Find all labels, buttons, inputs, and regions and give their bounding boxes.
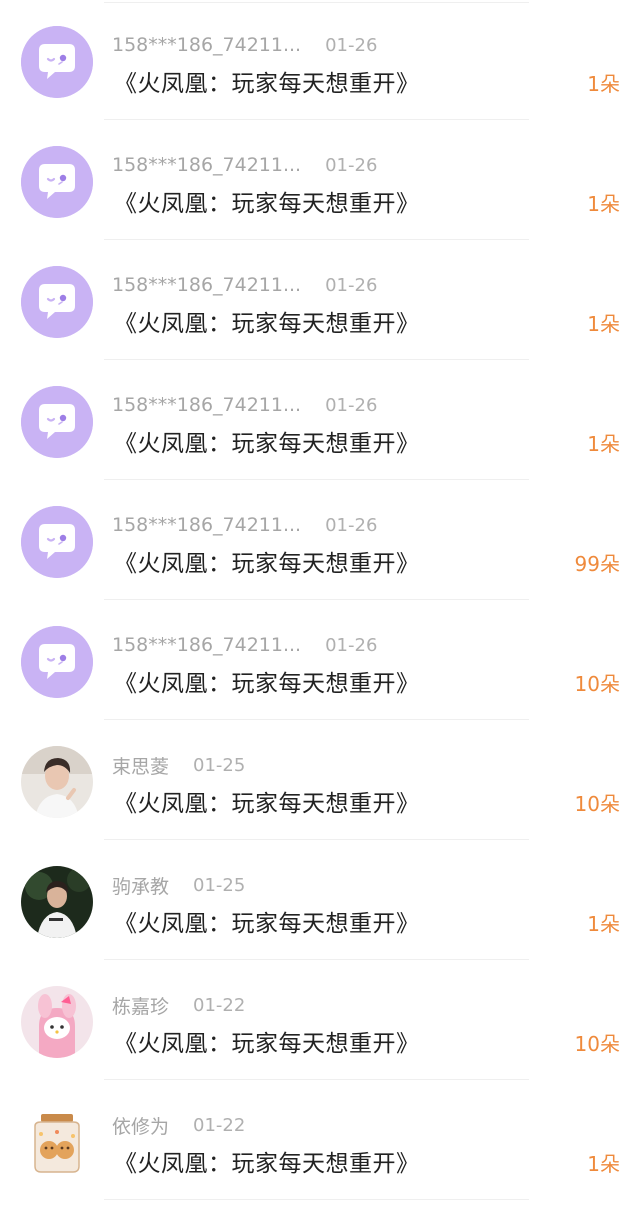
flower-count: 10朵 [574, 791, 620, 816]
item-date: 01-25 [193, 754, 246, 776]
user-name: 依修为 [112, 1115, 170, 1138]
list-item[interactable]: 158***186_74211... 01-26 《火凤凰：玩家每天想重开》 1… [0, 360, 640, 480]
avatar[interactable] [21, 1106, 93, 1178]
item-meta: 驹承教 01-25 [112, 870, 245, 900]
flower-count: 10朵 [574, 1031, 620, 1056]
book-title: 《火凤凰：玩家每天想重开》 [114, 911, 420, 937]
list-item[interactable]: 栋嘉珍 01-22 《火凤凰：玩家每天想重开》 10朵 [0, 960, 640, 1080]
book-title: 《火凤凰：玩家每天想重开》 [114, 1151, 420, 1177]
book-title: 《火凤凰：玩家每天想重开》 [114, 191, 420, 217]
flower-count: 1朵 [587, 431, 620, 456]
list-item[interactable]: 158***186_74211... 01-26 《火凤凰：玩家每天想重开》 1… [0, 120, 640, 240]
user-name: 驹承教 [112, 875, 170, 898]
item-meta: 束思菱 01-25 [112, 750, 245, 780]
item-date: 01-26 [325, 634, 378, 656]
flower-count: 1朵 [587, 191, 620, 216]
default-avatar-icon[interactable] [21, 266, 93, 338]
flower-count: 10朵 [574, 671, 620, 696]
item-date: 01-22 [193, 994, 246, 1016]
flower-count: 99朵 [574, 551, 620, 576]
item-date: 01-26 [325, 34, 378, 56]
item-meta: 依修为 01-22 [112, 1110, 245, 1140]
item-meta: 158***186_74211... 01-26 [112, 30, 377, 60]
avatar[interactable] [21, 746, 93, 818]
book-title: 《火凤凰：玩家每天想重开》 [114, 1031, 420, 1057]
item-meta: 158***186_74211... 01-26 [112, 150, 377, 180]
item-date: 01-26 [325, 394, 378, 416]
book-title: 《火凤凰：玩家每天想重开》 [114, 671, 420, 697]
list-item[interactable]: 驹承教 01-25 《火凤凰：玩家每天想重开》 1朵 [0, 840, 640, 960]
avatar[interactable] [21, 866, 93, 938]
user-name: 158***186_74211... [112, 514, 302, 536]
user-name: 束思菱 [112, 755, 170, 778]
list-item[interactable]: 依修为 01-22 《火凤凰：玩家每天想重开》 1朵 [0, 1080, 640, 1200]
flower-count: 1朵 [587, 71, 620, 96]
book-title: 《火凤凰：玩家每天想重开》 [114, 551, 420, 577]
default-avatar-icon[interactable] [21, 386, 93, 458]
book-title: 《火凤凰：玩家每天想重开》 [114, 791, 420, 817]
gift-record-list: 158***186_74211... 01-26 《火凤凰：玩家每天想重开》 1… [0, 0, 640, 1200]
list-item[interactable]: 158***186_74211... 01-26 《火凤凰：玩家每天想重开》 1… [0, 0, 640, 120]
item-meta: 栋嘉珍 01-22 [112, 990, 245, 1020]
user-name: 158***186_74211... [112, 34, 302, 56]
default-avatar-icon[interactable] [21, 506, 93, 578]
item-date: 01-22 [193, 1114, 246, 1136]
flower-count: 1朵 [587, 911, 620, 936]
list-item[interactable]: 158***186_74211... 01-26 《火凤凰：玩家每天想重开》 1… [0, 240, 640, 360]
user-name: 栋嘉珍 [112, 995, 170, 1018]
book-title: 《火凤凰：玩家每天想重开》 [114, 71, 420, 97]
user-name: 158***186_74211... [112, 394, 302, 416]
default-avatar-icon[interactable] [21, 26, 93, 98]
avatar[interactable] [21, 986, 93, 1058]
flower-count: 1朵 [587, 1151, 620, 1176]
item-meta: 158***186_74211... 01-26 [112, 390, 377, 420]
book-title: 《火凤凰：玩家每天想重开》 [114, 311, 420, 337]
item-date: 01-26 [325, 514, 378, 536]
item-meta: 158***186_74211... 01-26 [112, 510, 377, 540]
item-meta: 158***186_74211... 01-26 [112, 630, 377, 660]
list-item[interactable]: 158***186_74211... 01-26 《火凤凰：玩家每天想重开》 1… [0, 600, 640, 720]
item-date: 01-26 [325, 274, 378, 296]
item-meta: 158***186_74211... 01-26 [112, 270, 377, 300]
book-title: 《火凤凰：玩家每天想重开》 [114, 431, 420, 457]
list-item[interactable]: 束思菱 01-25 《火凤凰：玩家每天想重开》 10朵 [0, 720, 640, 840]
user-name: 158***186_74211... [112, 154, 302, 176]
list-item[interactable]: 158***186_74211... 01-26 《火凤凰：玩家每天想重开》 9… [0, 480, 640, 600]
item-date: 01-25 [193, 874, 246, 896]
user-name: 158***186_74211... [112, 634, 302, 656]
divider [104, 1199, 529, 1200]
user-name: 158***186_74211... [112, 274, 302, 296]
default-avatar-icon[interactable] [21, 626, 93, 698]
default-avatar-icon[interactable] [21, 146, 93, 218]
item-date: 01-26 [325, 154, 378, 176]
flower-count: 1朵 [587, 311, 620, 336]
